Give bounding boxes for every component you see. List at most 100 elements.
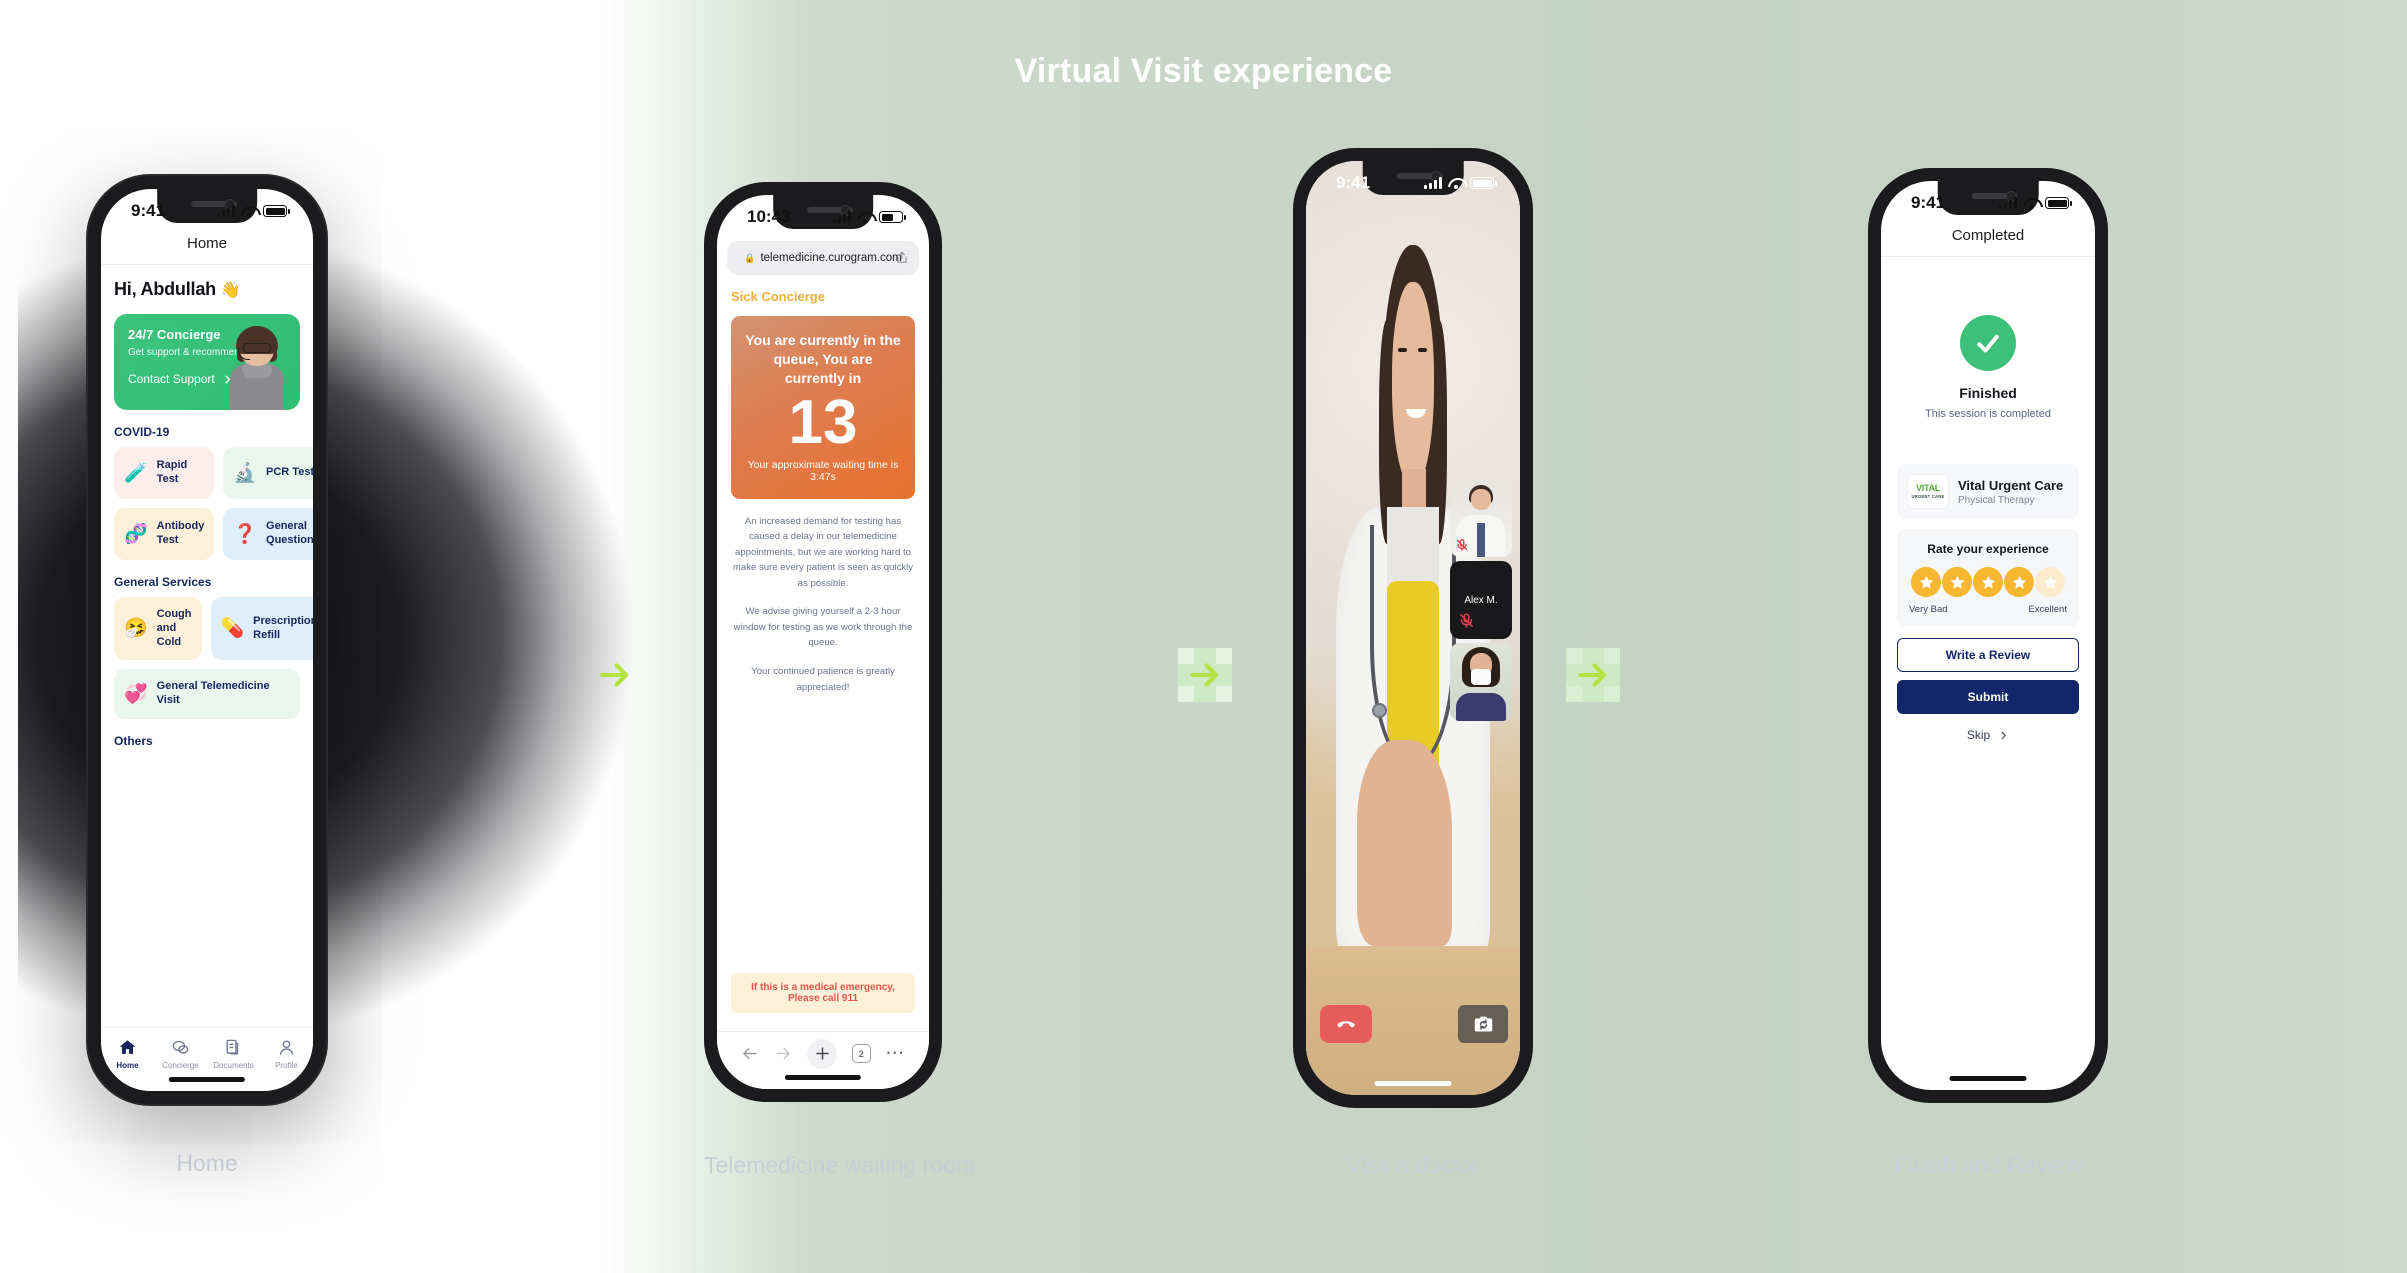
tab-home[interactable]: Home (101, 1028, 154, 1091)
status-bar: 9:41 (1881, 181, 2095, 221)
page-title-completed: Completed (1881, 221, 2095, 257)
star-1[interactable] (1911, 567, 1941, 597)
submit-button[interactable]: Submit (1897, 680, 2079, 714)
tile-cough-and-cold[interactable]: 🤧 Cough and Cold (114, 597, 202, 661)
person-icon (279, 1039, 294, 1055)
check-icon (1977, 334, 1999, 353)
participant-name: Alex M. (1464, 594, 1498, 606)
success-block: Finished This session is completed (1897, 315, 2079, 420)
tile-general-telemedicine-visit[interactable]: 💞 General Telemedicine Visit (114, 669, 300, 719)
forward-button[interactable] (774, 1044, 793, 1063)
page-title-home: Home (101, 229, 313, 265)
mic-off-icon (1456, 539, 1468, 551)
caption-waiting-room: Telemedicine waiting room (704, 1152, 976, 1178)
address-bar[interactable]: 🔒 telemedicine.curogram.com (727, 241, 919, 275)
section-heading-others: Others (114, 733, 153, 748)
arrow-right-icon (1190, 663, 1219, 687)
back-icon (743, 1047, 757, 1060)
back-button[interactable] (740, 1044, 759, 1063)
arrow-right-icon (600, 663, 629, 687)
tab-count: 2 (858, 1048, 864, 1059)
home-icon (119, 1039, 136, 1054)
queue-wait-time: Your approximate waiting time is 3:47s (747, 458, 899, 483)
skip-button[interactable]: Skip (1897, 728, 2079, 742)
screenshot-canvas: Virtual Visit experience 9:41 Home Hi, A… (0, 0, 2407, 1273)
end-call-icon (1337, 1021, 1355, 1028)
cellular-icon (1424, 177, 1442, 189)
flow-arrow-1 (588, 648, 642, 702)
home-content: Hi, Abdullah 👋 24/7 Concierge Get suppor… (101, 265, 313, 748)
mic-muted-icon (1455, 538, 1469, 552)
documents-icon (226, 1039, 239, 1055)
phone-waiting-room-screen: 10:43 🔒 telemedicine.curogram.com Sick C… (717, 195, 929, 1089)
battery-icon (263, 205, 290, 217)
tab-label: Concierge (162, 1060, 199, 1070)
phone-video-call: 9:41 Alex M. (1293, 148, 1533, 1108)
info-paragraph-3: Your continued patience is greatly appre… (751, 666, 895, 693)
star-3[interactable] (1973, 567, 2003, 597)
share-icon[interactable] (895, 249, 909, 266)
sneeze-icon: 🤧 (124, 618, 148, 640)
concierge-card[interactable]: 24/7 Concierge Get support & recommendat… (114, 314, 300, 410)
battery-icon (2045, 197, 2072, 209)
wifi-icon (857, 211, 873, 223)
phone-video-call-screen: 9:41 Alex M. (1306, 161, 1520, 1095)
section-heading-covid: COVID-19 (114, 425, 170, 439)
tile-general-questions[interactable]: ❓ General Questions (223, 508, 313, 560)
lock-icon: 🔒 (744, 252, 756, 263)
phone-waiting-room: 10:43 🔒 telemedicine.curogram.com Sick C… (704, 182, 942, 1102)
pill-icon: 💊 (220, 618, 245, 640)
new-tab-button[interactable] (807, 1038, 838, 1069)
wifi-icon (2023, 197, 2039, 209)
chevron-right-icon (2001, 731, 2007, 739)
skip-label: Skip (1966, 728, 1991, 742)
status-time: 9:41 (1336, 173, 1371, 192)
flip-camera-button[interactable] (1458, 1005, 1508, 1043)
star-icon (1950, 575, 1964, 589)
tab-overview-button[interactable]: 2 (851, 1044, 871, 1063)
question-mark-icon: ❓ (233, 523, 258, 545)
cellular-icon (833, 211, 851, 223)
tile-label: Rapid Test (156, 459, 188, 485)
finished-subtitle: This session is completed (1925, 408, 2051, 420)
star-5[interactable] (2035, 567, 2065, 597)
star-2[interactable] (1942, 567, 1972, 597)
tile-prescription-refill[interactable]: 💊 Prescription Refill (210, 597, 313, 661)
cellular-icon (217, 205, 235, 217)
clinic-specialty: Physical Therapy (1958, 494, 2035, 506)
clinic-logo-line1: VITAL (1916, 483, 1940, 493)
plus-icon (815, 1047, 829, 1060)
queue-card: You are currently in the queue, You are … (731, 316, 915, 499)
participant-thumbnail[interactable]: Alex M. (1450, 561, 1512, 639)
star-4[interactable] (2004, 567, 2034, 597)
flow-arrow-3 (1566, 648, 1620, 702)
phone-review-screen: 9:41 Completed Finished This session is … (1881, 181, 2095, 1090)
wave-icon: 👋 (220, 282, 241, 299)
phone-home: 9:41 Home Hi, Abdullah 👋 24/7 Concierge … (88, 176, 326, 1104)
tab-label: Documents (213, 1060, 254, 1070)
flip-camera-icon (1474, 1016, 1492, 1031)
agent-avatar (226, 326, 288, 410)
star-icon (1919, 575, 1933, 589)
tile-pcr-test[interactable]: 🔬 PCR Test (223, 447, 313, 499)
tab-label: Home (116, 1060, 139, 1070)
heart-phone-icon: 💞 (124, 683, 148, 705)
tile-rapid-test[interactable]: 🧪 Rapid Test (114, 447, 215, 499)
rating-low-label: Very Bad (1909, 604, 1948, 615)
end-call-button[interactable] (1320, 1005, 1372, 1043)
tile-antibody-test[interactable]: 🧬 Antibody Test (114, 508, 215, 560)
cellular-icon (1999, 197, 2017, 209)
more-button[interactable]: ⋯ (885, 1044, 906, 1062)
rating-title: Rate your experience (1927, 542, 2049, 556)
write-review-button[interactable]: Write a Review (1897, 638, 2079, 672)
tile-label: Antibody Test (156, 520, 205, 546)
status-bar: 10:43 (717, 195, 929, 235)
participant-thumbnail[interactable] (1450, 479, 1512, 557)
tab-profile[interactable]: Profile (260, 1028, 313, 1091)
participant-thumbnail[interactable] (1450, 643, 1512, 721)
clinic-logo: VITAL URGENT CARE (1908, 475, 1948, 508)
greeting-text: Hi, Abdullah (114, 279, 216, 299)
browser-toolbar: 2 ⋯ (717, 1031, 929, 1089)
phone-home-screen: 9:41 Home Hi, Abdullah 👋 24/7 Concierge … (101, 189, 313, 1091)
waiting-room-content: Sick Concierge You are currently in the … (717, 275, 929, 695)
